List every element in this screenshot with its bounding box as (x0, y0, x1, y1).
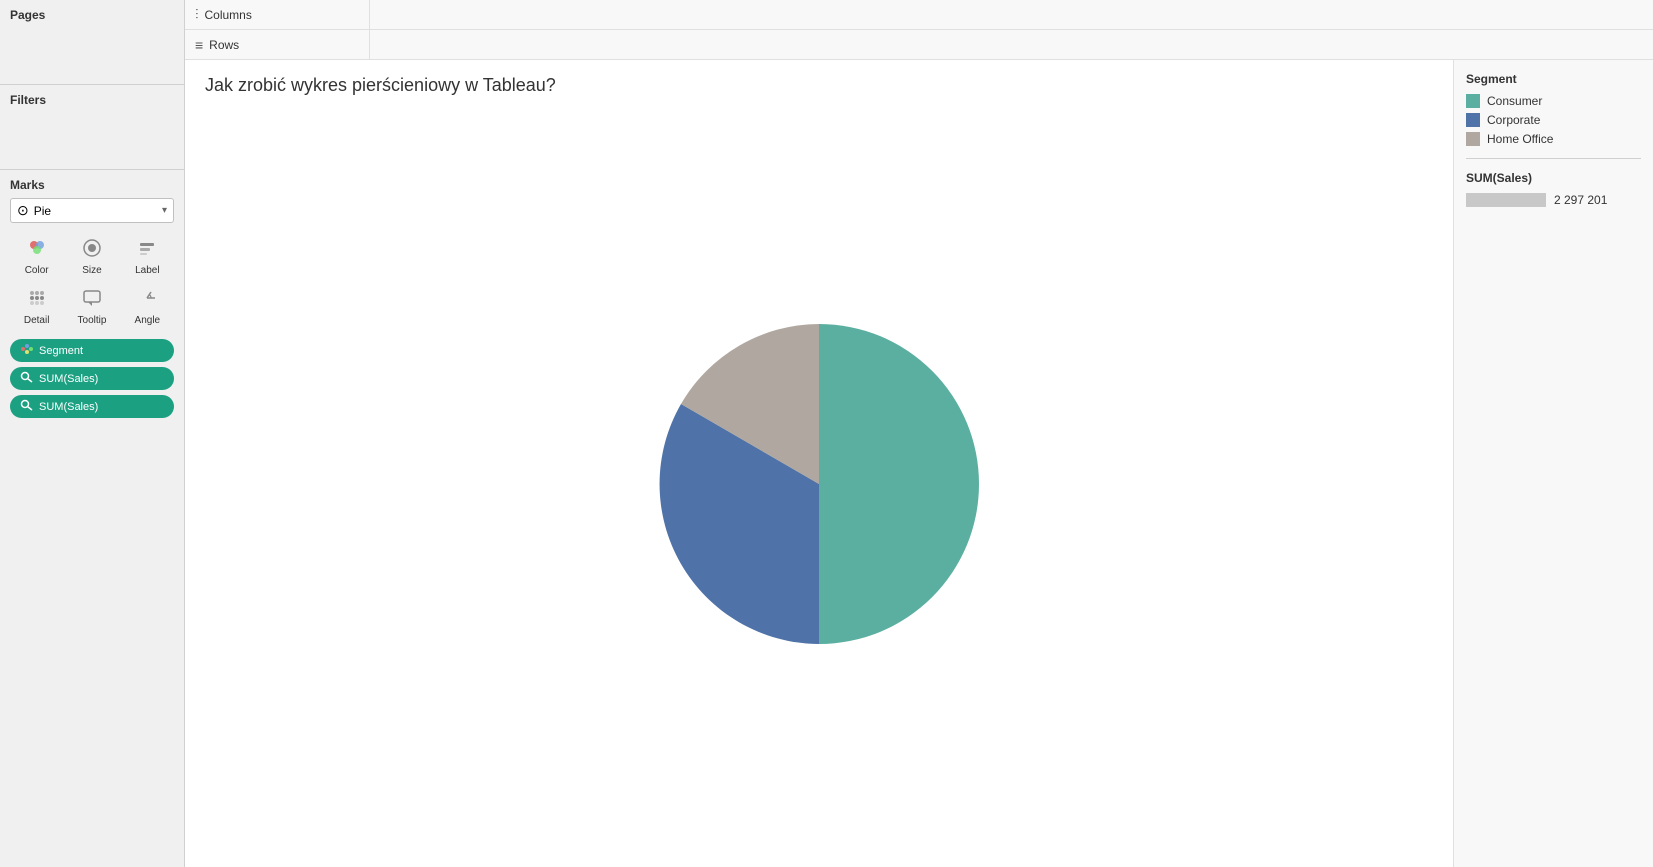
legend-divider (1466, 158, 1641, 159)
size-label: Size (82, 265, 101, 276)
consumer-segment[interactable] (819, 324, 979, 644)
filters-content (10, 111, 174, 161)
pages-label: Pages (10, 8, 174, 22)
legend-item-home-office: Home Office (1466, 132, 1641, 146)
chevron-down-icon: ▾ (162, 205, 167, 216)
segment-pill[interactable]: Segment (10, 339, 174, 362)
marks-type-dropdown[interactable]: ⊙ Pie ▾ (10, 198, 174, 223)
pages-section: Pages (0, 0, 184, 85)
consumer-color-swatch (1466, 94, 1480, 108)
consumer-legend-label: Consumer (1487, 94, 1542, 108)
chart-title: Jak zrobić wykres pierścieniowy w Tablea… (205, 75, 1433, 96)
pie-chart[interactable] (649, 314, 989, 654)
key-icon-1 (20, 370, 34, 387)
tooltip-icon (82, 288, 102, 313)
home-office-legend-label: Home Office (1487, 132, 1553, 146)
chart-area: Jak zrobić wykres pierścieniowy w Tablea… (185, 60, 1653, 867)
sum-sales-angle-pill[interactable]: SUM(Sales) (10, 367, 174, 390)
filters-label: Filters (10, 93, 174, 107)
pie-svg (649, 314, 989, 654)
columns-label-container: ⫶ Columns (185, 0, 370, 29)
marks-type-label: Pie (34, 204, 162, 218)
chart-main: Jak zrobić wykres pierścieniowy w Tablea… (185, 60, 1453, 867)
rows-icon: ≡ (195, 37, 203, 53)
filters-section: Filters (0, 85, 184, 170)
key-icon-2 (20, 398, 34, 415)
columns-icon: ⫶ (195, 6, 199, 23)
size-icon (82, 238, 102, 263)
legend-item-consumer: Consumer (1466, 94, 1641, 108)
detail-button[interactable]: Detail (10, 283, 63, 331)
sum-sales-value: 2 297 201 (1554, 193, 1607, 207)
tooltip-label: Tooltip (78, 315, 107, 326)
sum-sales-angle-label: SUM(Sales) (39, 373, 98, 385)
legend-panel: Segment Consumer Corporate Home Office S… (1453, 60, 1653, 867)
sum-sales-bar-container: 2 297 201 (1466, 193, 1641, 207)
pie-icon: ⊙ (17, 202, 29, 219)
angle-button[interactable]: Angle (121, 283, 174, 331)
home-office-color-swatch (1466, 132, 1480, 146)
angle-icon (137, 288, 157, 313)
marks-label: Marks (10, 178, 174, 192)
corporate-legend-label: Corporate (1487, 113, 1540, 127)
columns-shelf: ⫶ Columns (185, 0, 1653, 30)
legend-item-corporate: Corporate (1466, 113, 1641, 127)
label-label: Label (135, 265, 159, 276)
detail-icon (27, 288, 47, 313)
dots-icon (20, 342, 34, 359)
color-button[interactable]: Color (10, 233, 63, 281)
label-button[interactable]: Label (121, 233, 174, 281)
color-icon (27, 238, 47, 263)
left-sidebar: Pages Filters Marks ⊙ Pie ▾ Colo (0, 0, 185, 867)
tooltip-button[interactable]: Tooltip (65, 283, 118, 331)
legend-segment-title: Segment (1466, 72, 1641, 86)
sum-sales-size-label: SUM(Sales) (39, 401, 98, 413)
detail-label: Detail (24, 315, 50, 326)
marks-section: Marks ⊙ Pie ▾ Color (0, 170, 184, 867)
color-label: Color (25, 265, 49, 276)
columns-label: Columns (205, 8, 252, 22)
sum-sales-size-pill[interactable]: SUM(Sales) (10, 395, 174, 418)
chart-canvas (205, 116, 1433, 852)
size-button[interactable]: Size (65, 233, 118, 281)
sum-sales-bar (1466, 193, 1546, 207)
marks-controls-grid: Color Size (10, 233, 174, 331)
main-content: ⫶ Columns ≡ Rows Jak zrobić wykres pierś… (185, 0, 1653, 867)
angle-label: Angle (135, 315, 161, 326)
rows-shelf: ≡ Rows (185, 30, 1653, 60)
rows-label-container: ≡ Rows (185, 30, 370, 59)
corporate-color-swatch (1466, 113, 1480, 127)
segment-pill-label: Segment (39, 345, 83, 357)
pages-content (10, 26, 174, 76)
sum-sales-legend-title: SUM(Sales) (1466, 171, 1641, 185)
rows-label: Rows (209, 38, 239, 52)
label-icon (137, 238, 157, 263)
